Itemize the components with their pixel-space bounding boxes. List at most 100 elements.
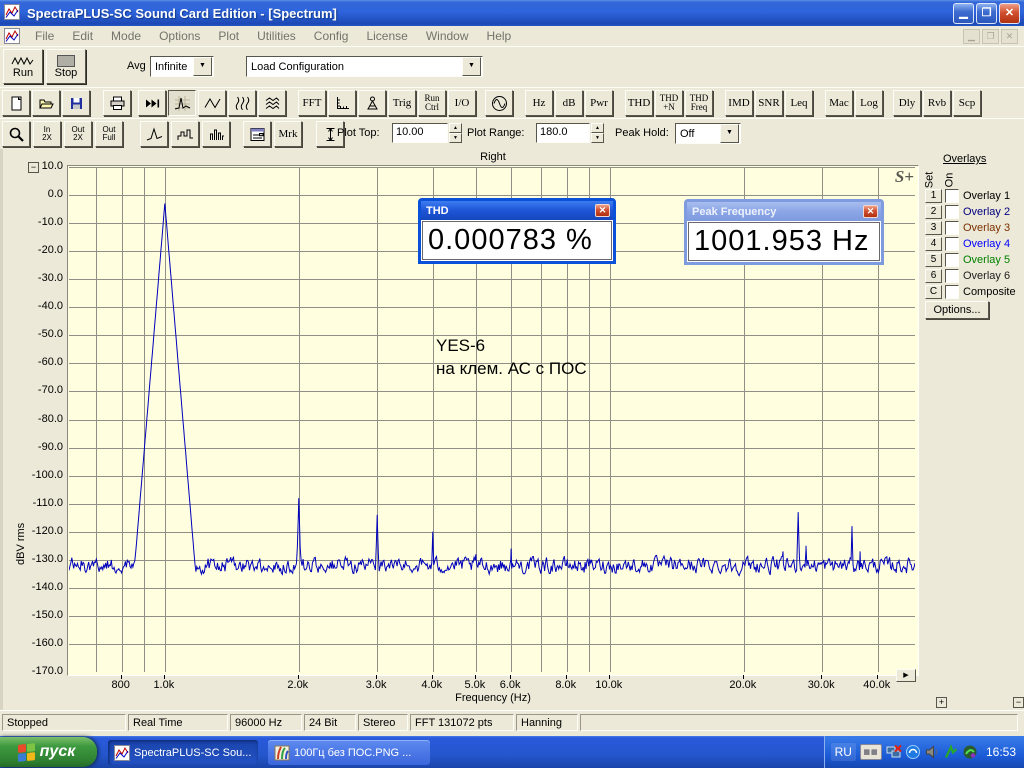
mdi-document-icon[interactable]: [4, 28, 20, 44]
zoom-button[interactable]: [2, 121, 30, 147]
peak-hold-select[interactable]: Off ▼: [675, 123, 741, 144]
print-button[interactable]: [103, 90, 131, 116]
taskbar-task-2[interactable]: 100Гц без ПОС.PNG ...: [268, 740, 430, 765]
restore-button[interactable]: ❐: [976, 2, 997, 24]
minimize-button[interactable]: ▁: [953, 2, 974, 24]
thd-n-button[interactable]: THD +N: [655, 90, 683, 116]
network-offline-icon[interactable]: [886, 744, 902, 760]
peak-window-titlebar[interactable]: Peak Frequency ✕: [687, 202, 881, 221]
menu-options[interactable]: Options: [150, 27, 209, 45]
download-icon[interactable]: [943, 744, 959, 760]
menu-mode[interactable]: Mode: [102, 27, 150, 45]
overlay-on-checkbox-4[interactable]: [945, 236, 959, 251]
overlay-on-checkbox-2[interactable]: [945, 204, 959, 219]
surface-view-button[interactable]: [258, 90, 286, 116]
hz-button[interactable]: Hz: [525, 90, 553, 116]
spin-up-icon[interactable]: ▲: [591, 123, 604, 133]
io-button[interactable]: I/O: [448, 90, 476, 116]
db-button[interactable]: dB: [555, 90, 583, 116]
chevron-down-icon[interactable]: ▼: [720, 124, 739, 143]
overlay-on-checkbox-5[interactable]: [945, 252, 959, 267]
keyboard-icon[interactable]: ▦▦: [859, 744, 882, 760]
menu-license[interactable]: License: [357, 27, 416, 45]
overlay-on-checkbox-6[interactable]: [945, 268, 959, 283]
overlay-set-button-6[interactable]: 6: [925, 268, 942, 283]
overlay-set-button-1[interactable]: 1: [925, 188, 942, 203]
zoom-out-2x-button[interactable]: Out 2X: [64, 121, 92, 147]
overlay-on-checkbox-1[interactable]: [945, 188, 959, 203]
fft-settings-button[interactable]: FFT: [298, 90, 326, 116]
marker-button[interactable]: Mrk: [274, 121, 302, 147]
display-options-button[interactable]: [243, 121, 271, 147]
bar-plot-style-button[interactable]: [202, 121, 230, 147]
logging-button[interactable]: Log: [855, 90, 883, 116]
scroll-right-button[interactable]: ▶: [896, 669, 916, 682]
delay-button[interactable]: Dly: [893, 90, 921, 116]
overlay-set-button-5[interactable]: 5: [925, 252, 942, 267]
thd-freq-button[interactable]: THD Freq: [685, 90, 713, 116]
macro-button[interactable]: Mac: [825, 90, 853, 116]
line-plot-style-button[interactable]: [140, 121, 168, 147]
close-icon[interactable]: ✕: [595, 204, 610, 217]
plot-top-input[interactable]: 10.00: [392, 123, 448, 143]
calibration-button[interactable]: [358, 90, 386, 116]
overlay-on-checkbox-C[interactable]: [945, 284, 959, 299]
spectrogram-view-button[interactable]: [228, 90, 256, 116]
plot-range-spinner[interactable]: ▲ ▼: [591, 123, 604, 143]
overlay-set-button-C[interactable]: C: [925, 284, 942, 299]
overlay-set-button-4[interactable]: 4: [925, 236, 942, 251]
overlay-on-checkbox-3[interactable]: [945, 220, 959, 235]
avg-select[interactable]: Infinite ▼: [150, 56, 214, 77]
antivirus-icon[interactable]: [962, 744, 978, 760]
spin-down-icon[interactable]: ▼: [591, 133, 604, 143]
zoom-out-full-button[interactable]: Out Full: [95, 121, 123, 147]
taskbar-task-1[interactable]: SpectraPLUS-SC Sou...: [108, 740, 258, 765]
overlay-set-button-2[interactable]: 2: [925, 204, 942, 219]
time-series-view-button[interactable]: [198, 90, 226, 116]
config-select[interactable]: Load Configuration ▼: [246, 56, 483, 77]
chevron-down-icon[interactable]: ▼: [193, 57, 212, 76]
scope-button[interactable]: Scp: [953, 90, 981, 116]
scaling-button[interactable]: [328, 90, 356, 116]
volume-icon[interactable]: [924, 744, 940, 760]
overlay-options-button[interactable]: Options...: [925, 301, 989, 319]
spin-up-icon[interactable]: ▲: [449, 123, 462, 133]
start-button[interactable]: пуск: [0, 737, 97, 767]
close-icon[interactable]: ✕: [863, 205, 878, 218]
stop-button[interactable]: Stop: [46, 49, 86, 84]
thd-button[interactable]: THD: [625, 90, 653, 116]
peak-frequency-window[interactable]: Peak Frequency ✕ 1001.953 Hz: [684, 199, 884, 265]
menu-edit[interactable]: Edit: [63, 27, 102, 45]
menu-window[interactable]: Window: [417, 27, 478, 45]
reverb-button[interactable]: Rvb: [923, 90, 951, 116]
pwr-button[interactable]: Pwr: [585, 90, 613, 116]
snr-button[interactable]: SNR: [755, 90, 783, 116]
trigger-button[interactable]: Trig: [388, 90, 416, 116]
overlay-set-button-3[interactable]: 3: [925, 220, 942, 235]
run-button[interactable]: Run: [3, 49, 43, 84]
step-plot-style-button[interactable]: [171, 121, 199, 147]
signal-generator-button[interactable]: [485, 90, 513, 116]
menu-utilities[interactable]: Utilities: [248, 27, 305, 45]
plot-range-input[interactable]: 180.0: [536, 123, 590, 143]
thd-window-titlebar[interactable]: THD ✕: [421, 201, 613, 220]
fast-process-button[interactable]: [138, 90, 166, 116]
menu-file[interactable]: File: [26, 27, 63, 45]
zoom-in-2x-button[interactable]: In 2X: [33, 121, 61, 147]
new-file-button[interactable]: [2, 90, 30, 116]
leq-button[interactable]: Leq: [785, 90, 813, 116]
open-button[interactable]: [32, 90, 60, 116]
menu-help[interactable]: Help: [478, 27, 521, 45]
menu-plot[interactable]: Plot: [209, 27, 248, 45]
save-button[interactable]: [62, 90, 90, 116]
spectrum-view-button[interactable]: [168, 90, 196, 116]
language-indicator[interactable]: RU: [830, 743, 856, 761]
plot-top-spinner[interactable]: ▲ ▼: [449, 123, 462, 143]
thd-readout-window[interactable]: THD ✕ 0.000783 %: [418, 198, 616, 264]
messenger-icon[interactable]: [905, 744, 921, 760]
close-button[interactable]: ✕: [999, 2, 1020, 24]
imd-button[interactable]: IMD: [725, 90, 753, 116]
spin-down-icon[interactable]: ▼: [449, 133, 462, 143]
chevron-down-icon[interactable]: ▼: [462, 57, 481, 76]
menu-config[interactable]: Config: [305, 27, 358, 45]
